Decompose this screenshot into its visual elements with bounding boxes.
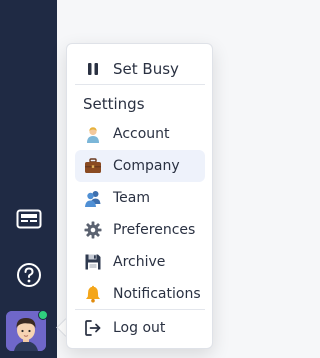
logout-icon: [83, 318, 103, 338]
gear-icon: [83, 220, 103, 240]
menu-item-label: Archive: [113, 254, 166, 270]
pause-icon: [83, 59, 103, 79]
person-icon: [83, 124, 103, 144]
menu-item-archive[interactable]: Archive: [75, 246, 205, 278]
log-out-button[interactable]: Log out: [75, 312, 205, 344]
menu-item-notifications[interactable]: Notifications: [75, 278, 205, 310]
settings-heading: Settings: [83, 95, 145, 113]
menu-item-label: Account: [113, 126, 170, 142]
bell-icon: [83, 284, 103, 304]
menu-item-team[interactable]: Team: [75, 182, 205, 214]
menu-item-label: Notifications: [113, 286, 201, 302]
left-rail: [0, 0, 57, 358]
menu-item-company[interactable]: Company: [75, 150, 205, 182]
help-icon[interactable]: [0, 260, 57, 290]
set-busy-button[interactable]: Set Busy: [75, 53, 205, 85]
set-busy-label: Set Busy: [113, 60, 179, 78]
log-out-label: Log out: [113, 320, 166, 336]
floppy-disk-icon: [83, 252, 103, 272]
menu-item-account[interactable]: Account: [75, 118, 205, 150]
menu-item-label: Company: [113, 158, 180, 174]
menu-divider: [75, 309, 205, 310]
id-card-icon[interactable]: [0, 204, 57, 234]
menu-item-preferences[interactable]: Preferences: [75, 214, 205, 246]
team-icon: [83, 188, 103, 208]
user-menu: Set Busy Settings Account Company Team P…: [66, 43, 213, 349]
menu-item-label: Team: [113, 190, 151, 206]
menu-divider: [75, 84, 205, 85]
briefcase-icon: [83, 156, 103, 176]
online-status-dot: [38, 310, 48, 320]
menu-item-label: Preferences: [113, 222, 196, 238]
